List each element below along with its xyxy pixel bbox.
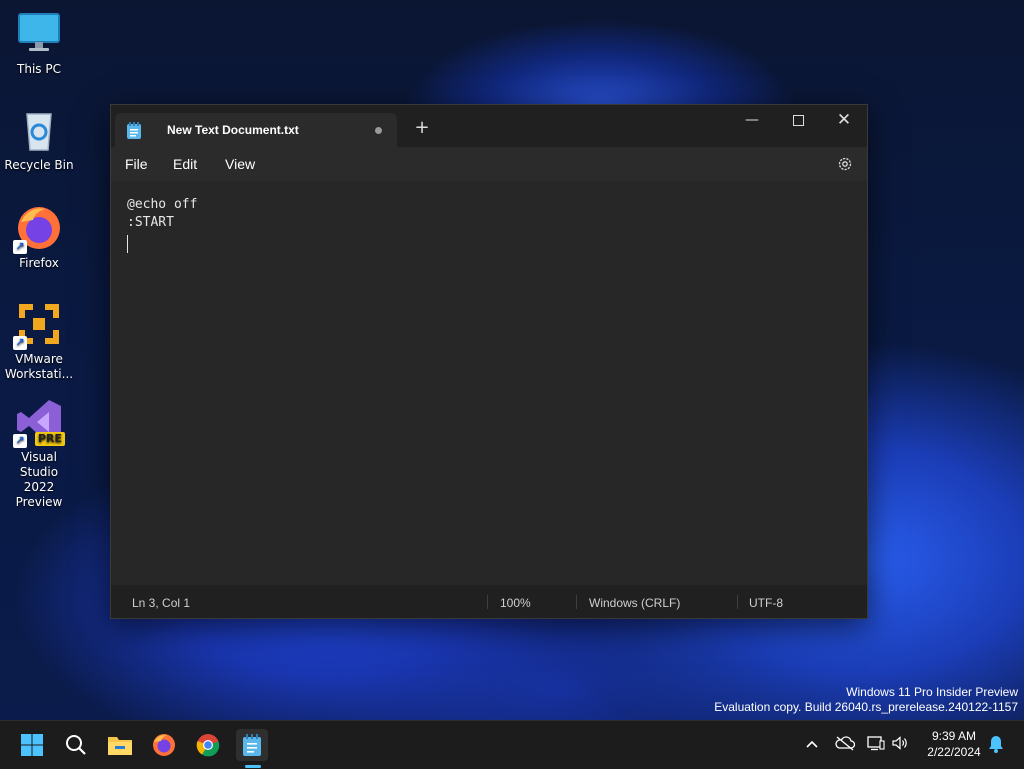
tab-document[interactable]: New Text Document.txt [115, 113, 397, 147]
unsaved-dot-icon[interactable] [375, 127, 382, 134]
notepad-icon [243, 734, 261, 756]
tab-title: New Text Document.txt [167, 123, 299, 137]
desktop-icon-label-line2: 2022 Preview [15, 480, 63, 509]
shortcut-arrow-icon: ↗ [13, 336, 27, 350]
file-explorer-button[interactable] [104, 729, 136, 761]
editor-line: :START [127, 215, 174, 230]
menu-file[interactable]: File [125, 156, 148, 172]
status-encoding[interactable]: UTF-8 [749, 596, 783, 610]
close-button[interactable]: ✕ [821, 105, 867, 135]
menu-bar: File Edit View [111, 147, 867, 181]
desktop-icon-visual-studio[interactable]: PRE ↗ Visual Studio 2022 Preview [2, 398, 76, 510]
desktop-icon-label-line1: VMware [15, 352, 63, 366]
desktop-icon-firefox[interactable]: ↗ Firefox [2, 204, 76, 271]
desktop-icon-this-pc[interactable]: This PC [2, 10, 76, 77]
notepad-window: New Text Document.txt + — ✕ File Edit Vi… [110, 104, 868, 619]
new-tab-button[interactable]: + [413, 119, 431, 137]
firefox-icon [153, 734, 175, 756]
settings-gear-icon[interactable] [837, 156, 853, 172]
desktop-icon-label-line2: Workstati... [4, 367, 74, 381]
text-editor[interactable]: @echo off :START [111, 181, 867, 585]
network-icon[interactable] [866, 735, 886, 755]
windows-logo-icon [21, 734, 43, 756]
status-position: Ln 3, Col 1 [132, 596, 191, 610]
desktop-icon-label-line1: Visual Studio [19, 450, 59, 479]
watermark-line1: Windows 11 Pro Insider Preview [846, 685, 1018, 699]
watermark-line2: Evaluation copy. Build 26040.rs_prerelea… [714, 700, 1018, 714]
shortcut-arrow-icon: ↗ [13, 434, 27, 448]
desktop-icon-label: Firefox [19, 256, 59, 270]
vmware-icon: ↗ [13, 300, 63, 350]
taskbar: 9:39 AM 2/22/2024 [0, 720, 1024, 769]
notification-bell-icon[interactable] [986, 735, 1006, 755]
pre-badge: PRE [34, 432, 65, 446]
visual-studio-icon: PRE ↗ [13, 398, 65, 448]
desktop-icon-vmware[interactable]: ↗ VMware Workstati... [2, 300, 76, 382]
folder-icon [108, 737, 132, 755]
start-button[interactable] [16, 729, 48, 761]
status-zoom[interactable]: 100% [500, 596, 531, 610]
clock-date: 2/22/2024 [927, 745, 981, 759]
status-bar: Ln 3, Col 1 100% Windows (CRLF) UTF-8 [111, 585, 867, 618]
menu-view[interactable]: View [225, 156, 255, 172]
chrome-taskbar-button[interactable] [192, 729, 224, 761]
chrome-icon [196, 734, 220, 757]
status-divider [737, 595, 738, 609]
minimize-button[interactable]: — [729, 105, 775, 135]
firefox-icon: ↗ [13, 204, 63, 254]
status-divider [487, 595, 488, 609]
cloud-offline-icon[interactable] [835, 735, 856, 755]
menu-edit[interactable]: Edit [173, 156, 197, 172]
desktop-icon-recycle-bin[interactable]: Recycle Bin [2, 106, 76, 173]
text-caret [127, 235, 128, 253]
status-line-ending[interactable]: Windows (CRLF) [589, 596, 680, 610]
maximize-icon [792, 114, 804, 126]
shortcut-arrow-icon: ↗ [13, 240, 27, 254]
volume-icon[interactable] [890, 735, 910, 755]
editor-line: @echo off [127, 197, 198, 212]
show-hidden-icons-chevron-icon[interactable] [802, 735, 822, 755]
recycle-bin-icon [15, 106, 63, 154]
clock-time: 9:39 AM [931, 729, 977, 743]
system-clock[interactable]: 9:39 AM 2/22/2024 [918, 728, 990, 760]
status-divider [576, 595, 577, 609]
monitor-icon [15, 10, 63, 58]
evaluation-watermark: Windows 11 Pro Insider Preview Evaluatio… [714, 685, 1018, 715]
firefox-taskbar-button[interactable] [148, 729, 180, 761]
search-icon [66, 735, 86, 755]
maximize-button[interactable] [775, 105, 821, 135]
desktop-icon-label: Recycle Bin [4, 158, 74, 172]
notepad-taskbar-button[interactable] [236, 729, 268, 761]
notepad-icon [127, 122, 141, 139]
title-bar[interactable]: New Text Document.txt + — ✕ [111, 105, 867, 147]
desktop-icon-label: This PC [17, 62, 61, 76]
search-button[interactable] [60, 729, 92, 761]
